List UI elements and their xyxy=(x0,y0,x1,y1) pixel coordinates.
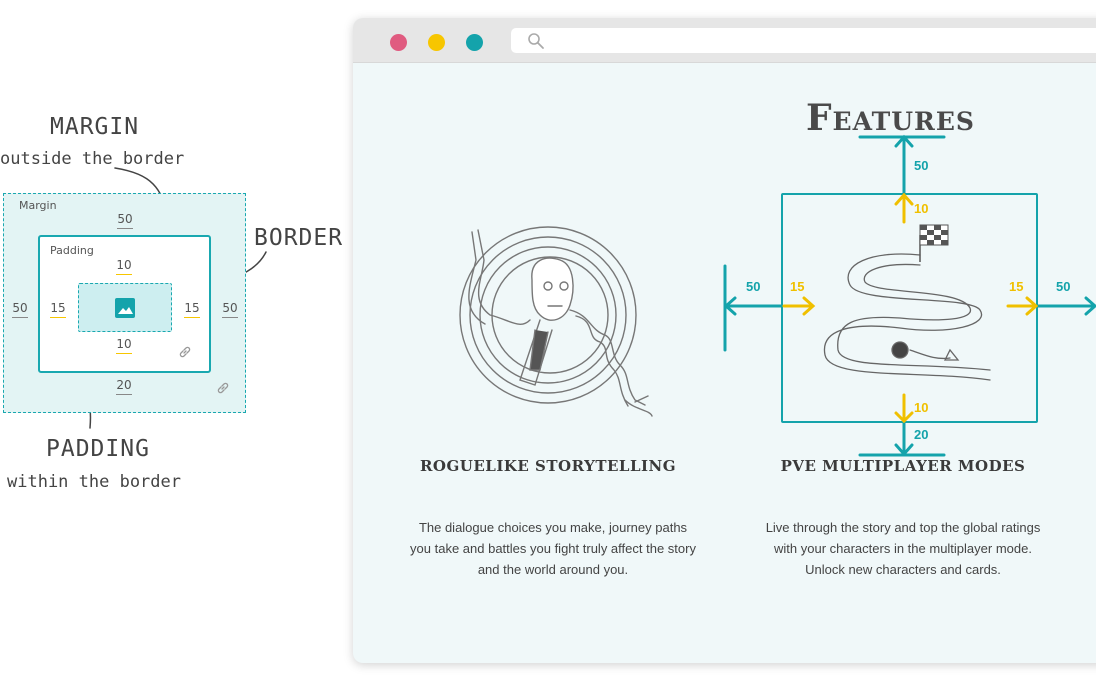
margin-bottom-label: 20 xyxy=(914,427,929,442)
feature-1-line-1: The dialogue choices you make, journey p… xyxy=(418,520,688,535)
feature-2-line-3: Unlock new characters and cards. xyxy=(805,562,1001,577)
spacing-arrows xyxy=(723,134,1096,457)
padding-bottom-text: 10 xyxy=(116,337,132,351)
padding-bottom-value: 10 xyxy=(112,337,136,354)
padding-right-label: 15 xyxy=(1009,279,1024,294)
feature-2-line-1: Live through the story and top the globa… xyxy=(765,520,1041,535)
address-bar[interactable] xyxy=(511,28,1096,53)
search-icon xyxy=(528,33,544,49)
padding-label: Padding xyxy=(50,244,94,257)
feature-2-line-2: with your characters in the multiplayer … xyxy=(774,541,1032,556)
link-icon xyxy=(217,382,229,394)
padding-bottom-label: 10 xyxy=(914,400,929,415)
maximize-dot[interactable] xyxy=(466,34,483,51)
margin-top-label: 50 xyxy=(914,158,929,173)
padding-left-label: 15 xyxy=(790,279,805,294)
padding-top-value: 10 xyxy=(112,258,136,275)
feature-1-description: The dialogue choices you make, journey p… xyxy=(383,517,723,580)
margin-right-value: 50 xyxy=(218,301,242,318)
margin-left-text: 50 xyxy=(12,301,28,315)
margin-right-label: 50 xyxy=(1056,279,1071,294)
link-icon xyxy=(179,346,191,358)
feature-1-title: ROGUELIKE STORYTELLING xyxy=(419,457,677,475)
feature-2-description: Live through the story and top the globa… xyxy=(743,517,1063,580)
margin-right-text: 50 xyxy=(222,301,238,315)
padding-right-value: 15 xyxy=(180,301,204,318)
padding-left-value: 15 xyxy=(46,301,70,318)
margin-left-label: 50 xyxy=(746,279,761,294)
close-dot[interactable] xyxy=(390,34,407,51)
padding-top-label: 10 xyxy=(914,201,929,216)
feature-2-title: PVE MULTIPLAYER MODES xyxy=(780,457,1026,475)
padding-right-text: 15 xyxy=(184,301,200,315)
minimize-dot[interactable] xyxy=(428,34,445,51)
storyteller-illustration xyxy=(459,226,653,417)
margin-bottom-value: 20 xyxy=(112,378,136,395)
margin-top-value: 50 xyxy=(113,212,137,229)
feature-1-line-2: you take and battles you fight truly aff… xyxy=(410,541,696,556)
margin-left-value: 50 xyxy=(8,301,32,318)
image-icon xyxy=(115,298,135,318)
margin-label: Margin xyxy=(19,199,57,212)
margin-bottom-text: 20 xyxy=(116,378,132,392)
padding-top-text: 10 xyxy=(116,258,132,272)
padding-left-text: 15 xyxy=(50,301,66,315)
feature-1-line-3: and the world around you. xyxy=(477,562,629,577)
margin-top-text: 50 xyxy=(117,212,133,226)
